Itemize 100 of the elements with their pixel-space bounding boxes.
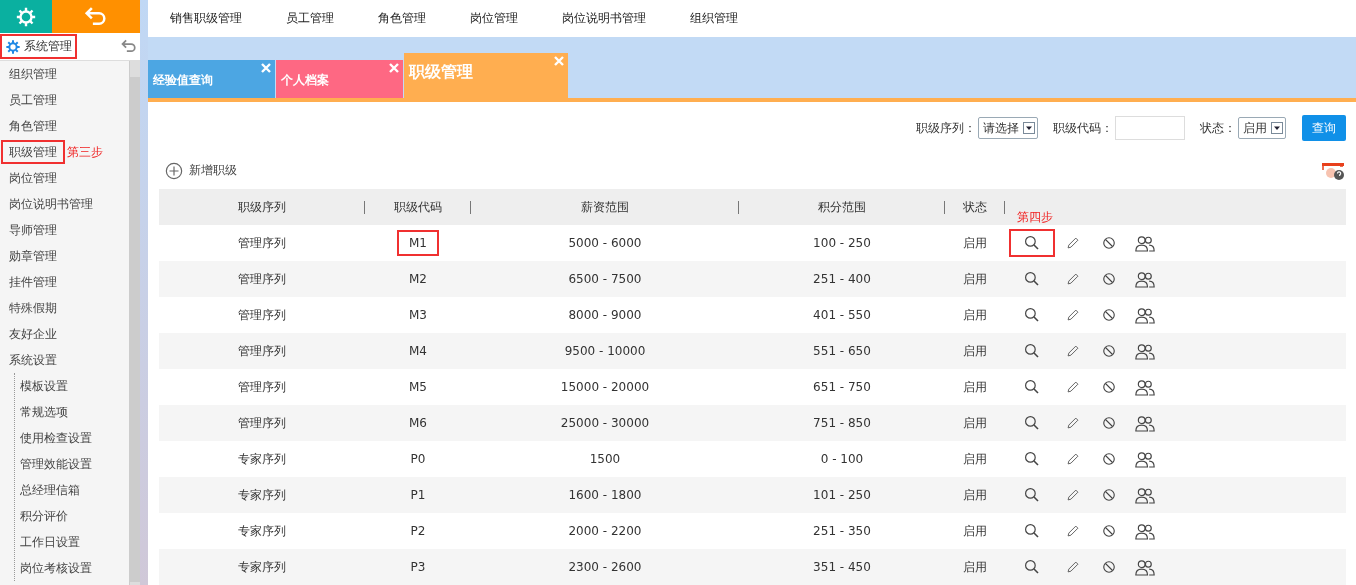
submenu-item[interactable]: 管理效能设置 [15, 451, 129, 477]
dropdown-icon [1023, 122, 1035, 134]
menu-item[interactable]: 友好企业 [1, 322, 65, 346]
submenu-item[interactable]: 常规选项 [15, 399, 129, 425]
menu-item[interactable]: 职级管理 [1, 140, 65, 164]
table-cell: 启用 [963, 379, 987, 394]
search-icon [1024, 307, 1040, 323]
submenu-item[interactable]: 工作日设置 [15, 529, 129, 555]
pencil-icon [1066, 416, 1080, 430]
column-header: 状态 [962, 199, 987, 214]
pencil-icon [1066, 524, 1080, 538]
menu-item[interactable]: 岗位管理 [1, 166, 65, 190]
nav-link[interactable]: 组织管理 [690, 10, 738, 28]
table-cell: 251 - 350 [813, 524, 871, 538]
users-icon [1135, 558, 1155, 576]
add-button[interactable]: 新增职级 [159, 161, 237, 180]
search-icon [1024, 235, 1040, 251]
close-icon[interactable] [389, 63, 399, 73]
submenu-item[interactable]: 使用检查设置 [15, 425, 129, 451]
view-button[interactable] [1009, 229, 1055, 257]
table-cell: 启用 [963, 307, 987, 322]
sidebar-title[interactable]: 系统管理 [0, 34, 77, 59]
table-cell: 管理序列 [238, 307, 286, 322]
table-cell: 启用 [963, 343, 987, 358]
table-cell: 6500 - 7500 [568, 272, 642, 286]
table-cell: 2300 - 2600 [568, 560, 642, 574]
table-cell: 专家序列 [238, 487, 286, 502]
back-arrow-icon [83, 6, 109, 27]
users-icon [1135, 306, 1155, 324]
table-cell: 启用 [963, 271, 987, 286]
users-icon [1135, 378, 1155, 396]
settings-icon [15, 5, 37, 28]
table-cell: 9500 - 10000 [564, 344, 646, 358]
table-cell: 2000 - 2200 [568, 524, 642, 538]
submenu-item[interactable]: 积分评价 [15, 503, 129, 529]
submenu-item[interactable]: 岗位考核设置 [15, 555, 129, 581]
table-cell: 551 - 650 [813, 344, 871, 358]
ban-icon [1102, 560, 1116, 574]
table-cell: M6 [409, 416, 427, 430]
table-cell: 启用 [963, 523, 987, 538]
table-cell: 1500 [589, 452, 621, 466]
table-cell: 专家序列 [238, 451, 286, 466]
menu-item[interactable]: 系统设置 [1, 348, 65, 372]
search-icon [1024, 559, 1040, 575]
tab-label: 职级管理 [409, 62, 473, 83]
table-cell: 101 - 250 [813, 488, 871, 502]
menu-item[interactable]: 角色管理 [1, 114, 65, 138]
ban-icon [1102, 236, 1116, 250]
series-select[interactable]: 请选择 [978, 117, 1038, 139]
settings-button[interactable] [0, 0, 52, 33]
status-select[interactable]: 启用 [1238, 117, 1286, 139]
pencil-icon [1066, 560, 1080, 574]
table-cell: 启用 [963, 487, 987, 502]
table-cell: 启用 [963, 415, 987, 430]
column-header: 薪资范围 [580, 199, 629, 214]
table-cell: 15000 - 20000 [560, 380, 650, 394]
back-button[interactable] [52, 0, 140, 33]
code-input-field[interactable] [1115, 116, 1185, 140]
close-icon[interactable] [261, 63, 271, 73]
menu-item[interactable]: 员工管理 [1, 88, 65, 112]
table-cell: 0 - 100 [820, 452, 864, 466]
table-cell: 启用 [963, 451, 987, 466]
menu-item[interactable]: 岗位说明书管理 [1, 192, 101, 216]
table-cell: 管理序列 [238, 235, 286, 250]
nav-link[interactable]: 岗位说明书管理 [562, 10, 646, 28]
users-icon [1135, 234, 1155, 252]
table-cell: P1 [410, 488, 426, 502]
table-cell: 8000 - 9000 [568, 308, 642, 322]
table-cell: 专家序列 [238, 523, 286, 538]
submenu-item[interactable]: 总经理信箱 [15, 477, 129, 503]
nav-link[interactable]: 岗位管理 [470, 10, 518, 28]
nav-link[interactable]: 销售职级管理 [170, 10, 242, 28]
menu-item[interactable]: 挂件管理 [1, 270, 65, 294]
search-icon [1024, 523, 1040, 539]
search-icon [1024, 379, 1040, 395]
dropdown-icon [1271, 122, 1283, 134]
table-cell: P3 [410, 560, 426, 574]
table-cell: 251 - 400 [813, 272, 871, 286]
column-header: 职级代码 [393, 199, 442, 214]
menu-item[interactable]: 导师管理 [1, 218, 65, 242]
submenu-item[interactable]: 模板设置 [15, 373, 129, 399]
menu-item[interactable]: 特殊假期 [1, 296, 65, 320]
table-cell: 1600 - 1800 [568, 488, 642, 502]
nav-link[interactable]: 角色管理 [378, 10, 426, 28]
menu-item[interactable]: 组织管理 [1, 62, 65, 86]
tab-label: 个人档案 [281, 72, 329, 89]
filter-label: 职级序列： [916, 119, 976, 137]
table-cell: M2 [409, 272, 427, 286]
filter-label: 状态： [1200, 119, 1236, 137]
table-cell: 651 - 750 [813, 380, 871, 394]
pencil-icon [1066, 308, 1080, 322]
menu-item[interactable]: 勋章管理 [1, 244, 65, 268]
table-cell: 管理序列 [238, 379, 286, 394]
ban-icon [1102, 380, 1116, 394]
users-icon [1135, 270, 1155, 288]
nav-link[interactable]: 员工管理 [286, 10, 334, 28]
step-note: 第四步 [1017, 209, 1053, 226]
table-cell: 100 - 250 [813, 236, 871, 250]
gear-icon [5, 38, 21, 55]
table-cell: 管理序列 [238, 343, 286, 358]
